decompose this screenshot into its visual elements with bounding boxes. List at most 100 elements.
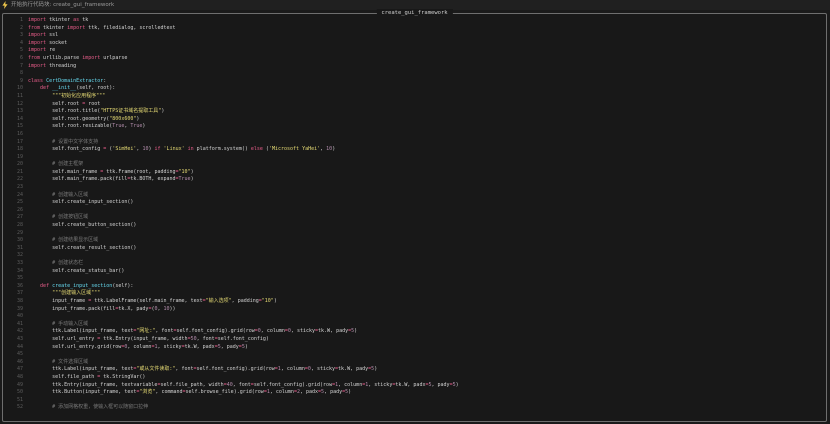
line-number: 12 (16, 100, 23, 107)
code-line: 6 from urllib.parse import urlparse (3, 55, 826, 63)
line-number: 51 (16, 396, 23, 403)
code-line: 1 import tkinter as tk (3, 17, 826, 25)
code-text: self.root = root (28, 100, 101, 107)
code-text: self.root.title("HTTPS证书域名提取工具") (28, 108, 165, 115)
code-text: import threading (28, 62, 77, 69)
code-line: 36 def create_input_section(self): (3, 283, 826, 291)
line-number: 8 (19, 70, 23, 77)
code-text: import socket (28, 39, 68, 46)
code-text: """创建输入区域""" (52, 290, 101, 297)
line-number: 25 (16, 199, 23, 206)
line-number: 43 (16, 335, 23, 342)
line-number: 6 (19, 54, 23, 61)
code-line: 13 self.root.title("HTTPS证书域名提取工具") (3, 108, 826, 116)
line-number: 42 (16, 328, 23, 335)
line-number: 14 (16, 115, 23, 122)
code-line: 43 self.url_entry = ttk.Entry(input_fram… (3, 336, 826, 344)
line-number: 1 (19, 17, 23, 23)
line-number: 37 (16, 290, 23, 297)
code-line: 9 class CertDomainExtractor: (3, 78, 826, 86)
code-text: ttk.Entry(input_frame, textvariable=self… (28, 381, 459, 388)
line-number: 32 (16, 252, 23, 259)
line-number: 15 (16, 123, 23, 130)
line-number: 3 (19, 32, 23, 39)
line-number: 23 (16, 184, 23, 191)
code-panel: create_gui_framework 1 import tkinter as … (2, 9, 827, 422)
code-line: 16 (3, 131, 826, 139)
line-number: 7 (19, 62, 23, 69)
code-text: self.font_config = ('SimHei', 10) if 'Li… (28, 146, 336, 153)
code-text: self.file_path = tk.StringVar() (28, 373, 146, 380)
line-number: 26 (16, 206, 23, 213)
code-text: self.create_button_section() (28, 222, 137, 229)
code-text: input_frame = ttk.LabelFrame(self.main_f… (28, 297, 277, 304)
execution-header-title: 开始执行代码块: create_gui_framework (11, 2, 115, 8)
code-line: 47 ttk.Label(input_frame, text="或从文件读取:"… (3, 366, 826, 374)
code-text: # 创建主框架 (52, 161, 84, 168)
code-line: 14 self.root.geometry("800x600") (3, 116, 826, 124)
lightning-icon (2, 1, 8, 9)
code-text: class CertDomainExtractor: (28, 77, 107, 84)
line-number: 38 (16, 297, 23, 304)
code-line: 48 self.file_path = tk.StringVar() (3, 374, 826, 382)
line-number: 22 (16, 176, 23, 183)
line-number: 50 (16, 389, 23, 396)
code-line: 45 (3, 351, 826, 359)
line-number: 20 (16, 161, 23, 168)
code-line: 21 self.main_frame = ttk.Frame(root, pad… (3, 169, 826, 177)
code-line: 38 input_frame = ttk.LabelFrame(self.mai… (3, 298, 826, 306)
code-line: 39 input_frame.pack(fill=tk.X, pady=(0, … (3, 306, 826, 314)
code-text: ttk.Label(input_frame, text="网址:", font=… (28, 328, 358, 335)
code-line: 2 from tkinter import ttk, filedialog, sc… (3, 25, 826, 33)
code-line: 34 self.create_status_bar() (3, 268, 826, 276)
code-line: 29 (3, 230, 826, 238)
code-text: # 创建输入区域 (52, 191, 89, 198)
code-line: 8 (3, 70, 826, 78)
line-number: 36 (16, 282, 23, 289)
code-text: self.root.resizable(True, True) (28, 123, 146, 130)
line-number: 13 (16, 108, 23, 115)
line-number: 17 (16, 138, 23, 145)
line-number: 33 (16, 260, 23, 266)
code-line: 22 self.main_frame.pack(fill=tk.BOTH, ex… (3, 176, 826, 184)
code-line: 19 (3, 154, 826, 162)
code-text: ttk.Label(input_frame, text="或从文件读取:", f… (28, 366, 378, 373)
line-number: 11 (16, 92, 23, 99)
code-line: 3 import ssl (3, 32, 826, 40)
code-line: 52 # 添加网格权重，使输入框可以随窗口拉伸 (3, 404, 826, 412)
line-number: 27 (16, 214, 23, 221)
code-text: self.root.geometry("800x600") (28, 115, 140, 122)
code-line: 4 import socket (3, 40, 826, 48)
line-number: 5 (19, 47, 23, 54)
code-listing: 1 import tkinter as tk 2 from tkinter impor… (3, 17, 826, 412)
line-number: 48 (16, 373, 23, 380)
code-line: 24 # 创建输入区域 (3, 192, 826, 200)
code-line: 11 """初始化应用程序""" (3, 93, 826, 101)
line-number: 49 (16, 381, 23, 388)
line-number: 44 (16, 343, 23, 350)
code-text: self.create_result_section() (28, 244, 137, 251)
code-text: from tkinter import ttk, filedialog, scr… (28, 24, 176, 31)
code-line: 33 # 创建状态栏 (3, 260, 826, 268)
code-line: 18 self.font_config = ('SimHei', 10) if … (3, 146, 826, 154)
code-text: import ssl (28, 32, 59, 39)
code-text: """初始化应用程序""" (52, 92, 106, 99)
line-number: 18 (16, 146, 23, 153)
code-text: self.main_frame = ttk.Frame(root, paddin… (28, 168, 194, 175)
line-number: 24 (16, 191, 23, 198)
line-number: 21 (16, 168, 23, 175)
code-line: 31 self.create_result_section() (3, 245, 826, 253)
code-text: self.main_frame.pack(fill=tk.BOTH, expan… (28, 176, 194, 183)
code-text: self.create_status_bar() (28, 267, 125, 274)
line-number: 52 (16, 404, 23, 411)
code-line: 25 self.create_input_section() (3, 199, 826, 207)
code-text: # 添加网格权重，使输入框可以随窗口拉伸 (52, 404, 149, 411)
line-number: 34 (16, 267, 23, 274)
code-text: self.url_entry = ttk.Entry(input_frame, … (28, 335, 269, 342)
line-number: 35 (16, 275, 23, 282)
line-number: 4 (19, 39, 23, 46)
code-line: 7 import threading (3, 63, 826, 71)
line-number: 41 (16, 320, 23, 327)
code-text: ttk.Button(input_frame, text="浏览", comma… (28, 389, 352, 396)
code-line: 20 # 创建主框架 (3, 161, 826, 169)
